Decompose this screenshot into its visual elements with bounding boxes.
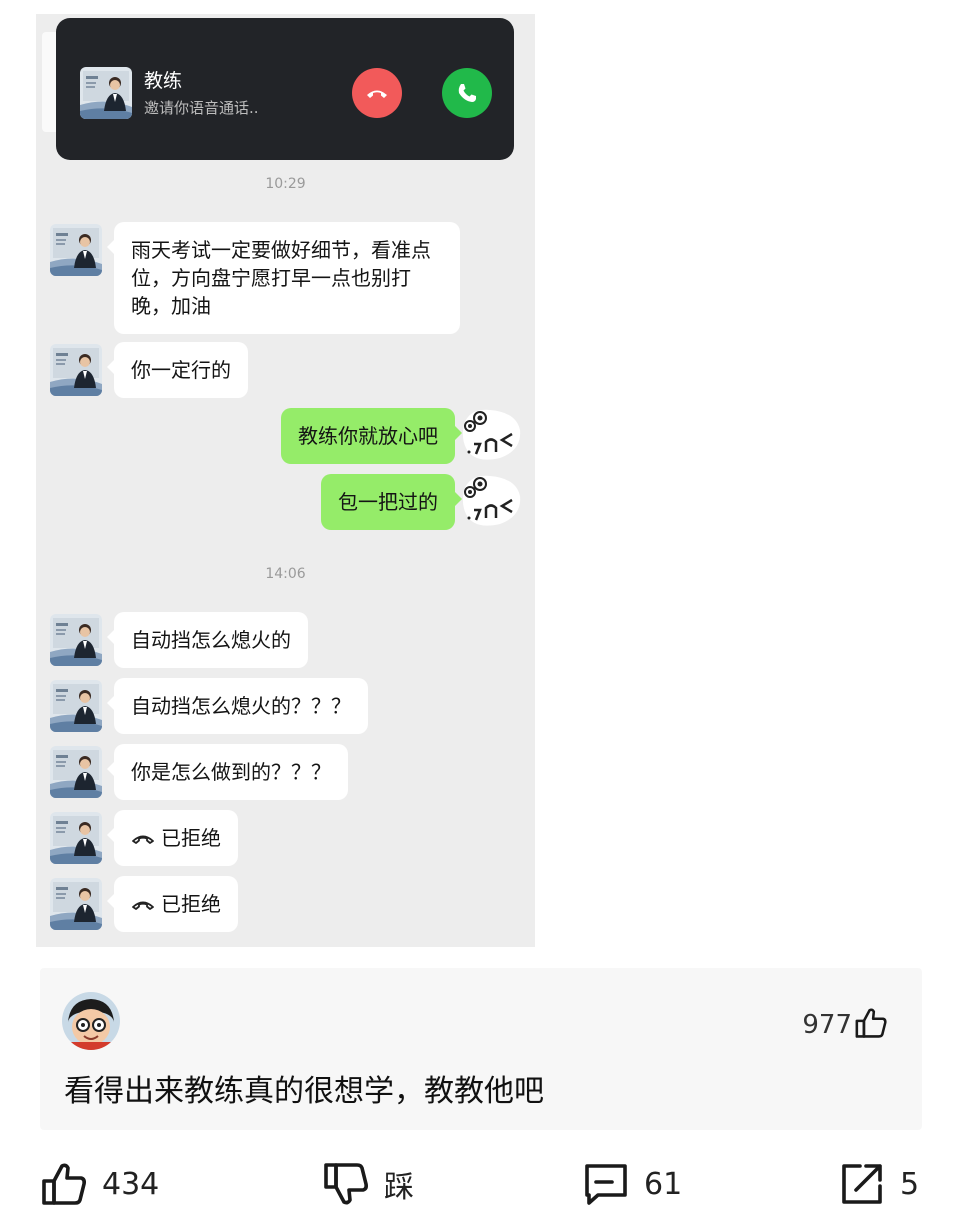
share-count: 5 — [900, 1166, 920, 1202]
share-button[interactable]: 5 — [838, 1158, 919, 1210]
comment-count: 61 — [644, 1166, 683, 1202]
coach-avatar[interactable] — [50, 878, 102, 930]
caller-name: 教练 — [144, 70, 183, 92]
like-button[interactable]: 434 — [40, 1158, 159, 1210]
thumb-up-icon — [40, 1160, 88, 1208]
decline-call-button[interactable] — [352, 68, 402, 118]
incoming-message[interactable]: 你是怎么做到的？？？ — [107, 744, 348, 800]
thumb-up-icon[interactable] — [854, 1006, 888, 1040]
caller-avatar — [80, 67, 132, 119]
dislike-label: 踩 — [384, 1170, 414, 1205]
like-count: 434 — [102, 1166, 160, 1202]
declined-call-label: 已拒绝 — [161, 892, 221, 916]
comment-button[interactable]: 61 — [582, 1158, 682, 1210]
hang-up-icon — [132, 835, 154, 844]
coach-avatar[interactable] — [50, 746, 102, 798]
declined-call-message[interactable]: 已拒绝 — [107, 876, 238, 932]
share-icon — [842, 1164, 882, 1204]
incoming-message[interactable]: 自动挡怎么熄火的？？？ — [107, 678, 368, 734]
accept-call-button[interactable] — [442, 68, 492, 118]
dislike-button[interactable]: 踩 — [322, 1158, 414, 1210]
chat-timestamp: 14:06 — [265, 566, 306, 582]
hang-up-icon — [132, 901, 154, 910]
incoming-message[interactable]: 雨天考试一定要做好细节，看准点位，方向盘宁愿打早一点也别打晚，加油 — [107, 222, 460, 334]
coach-avatar[interactable] — [50, 614, 102, 666]
phone-accept-icon — [458, 84, 476, 102]
comment-like-count: 977 — [802, 1010, 852, 1040]
comment-text: 看得出来教练真的很想学，教教他吧 — [64, 1074, 544, 1109]
outgoing-message[interactable]: 包一把过的 — [321, 474, 462, 530]
chat-timestamp: 10:29 — [265, 176, 306, 192]
call-subtitle: 邀请你语音通话.. — [144, 99, 259, 117]
coach-avatar[interactable] — [50, 812, 102, 864]
coach-avatar[interactable] — [50, 680, 102, 732]
commenter-avatar[interactable] — [62, 992, 120, 1050]
outgoing-message[interactable]: 教练你就放心吧 — [281, 408, 462, 464]
phone-decline-icon — [367, 90, 387, 98]
chat-screenshot: 教练 邀请你语音通话.. 10:29 雨天考试一定要做好细节，看准点位，方向盘宁… — [36, 14, 535, 947]
user-sticker-avatar[interactable] — [460, 470, 524, 532]
incoming-message[interactable]: 你一定行的 — [107, 342, 248, 398]
user-sticker-avatar[interactable] — [460, 404, 524, 466]
declined-call-label: 已拒绝 — [161, 826, 221, 850]
thumb-down-icon — [322, 1160, 370, 1208]
declined-call-message[interactable]: 已拒绝 — [107, 810, 238, 866]
comment-icon — [585, 1164, 627, 1205]
incoming-message[interactable]: 自动挡怎么熄火的 — [107, 612, 308, 668]
top-comment: 977 看得出来教练真的很想学，教教他吧 — [40, 968, 922, 1130]
voice-call-banner[interactable]: 教练 邀请你语音通话.. — [56, 18, 514, 160]
post-action-bar: 434 踩 61 5 — [0, 1158, 960, 1210]
coach-avatar[interactable] — [50, 224, 102, 276]
coach-avatar[interactable] — [50, 344, 102, 396]
